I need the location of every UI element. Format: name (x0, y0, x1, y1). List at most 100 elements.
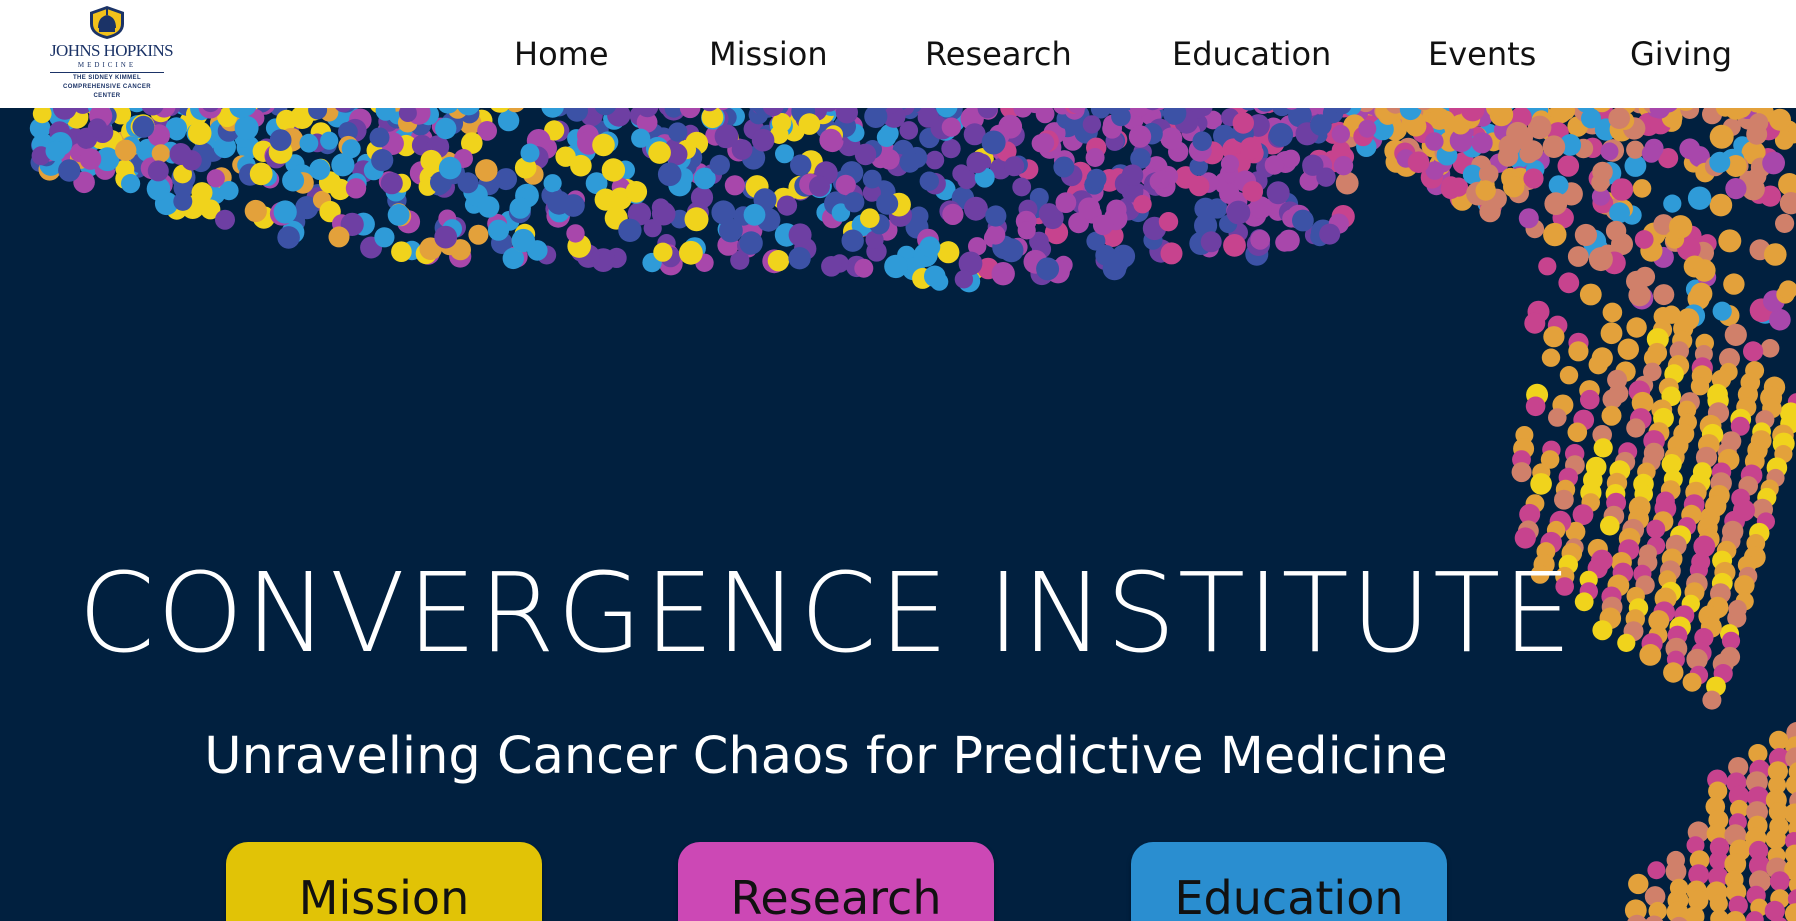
decorative-dot (341, 139, 361, 159)
decorative-dot (1760, 339, 1780, 358)
nav-link-giving[interactable]: Giving (1630, 30, 1732, 78)
decorative-dot (273, 200, 297, 224)
decorative-dot (1436, 110, 1455, 130)
education-button[interactable]: Education (1131, 842, 1447, 921)
decorative-dot (1543, 326, 1565, 348)
mission-button[interactable]: Mission (226, 842, 542, 921)
decorative-dot (1121, 164, 1144, 186)
decorative-dot (751, 128, 775, 152)
decorative-dot (1600, 322, 1623, 345)
decorative-dot (1679, 138, 1701, 160)
decorative-dot (1709, 193, 1733, 217)
logo-center-line-2: COMPREHENSIVE CANCER (62, 84, 151, 90)
decorative-dot (1610, 178, 1634, 201)
decorative-dot (835, 174, 856, 195)
decorative-dot (767, 250, 790, 272)
decorative-dot (244, 199, 267, 223)
decorative-dot (1232, 112, 1255, 134)
decorative-dot (1646, 519, 1666, 539)
nav-link-home[interactable]: Home (514, 30, 609, 78)
hero-banner: CONVERGENCE INSTITUTE Unraveling Cancer … (0, 108, 1796, 921)
decorative-dot (1626, 418, 1646, 438)
decorative-dot (1663, 194, 1682, 213)
decorative-dot (1541, 348, 1561, 367)
decorative-dot (1762, 151, 1785, 175)
nav-link-events[interactable]: Events (1428, 30, 1536, 78)
decorative-dot (1133, 195, 1152, 214)
decorative-dot (798, 113, 821, 135)
decorative-dot (854, 258, 874, 278)
decorative-dot (1628, 873, 1649, 895)
decorative-dot (1152, 170, 1171, 189)
nav-link-research[interactable]: Research (925, 30, 1072, 78)
decorative-dot (643, 219, 662, 238)
decorative-dot (1358, 119, 1377, 138)
decorative-dot (899, 151, 921, 173)
johns-hopkins-logo[interactable]: JOHNS HOPKINS MEDICINE THE SIDNEY KIMMEL… (50, 4, 174, 104)
decorative-dot (684, 207, 709, 232)
decorative-dot (653, 242, 673, 262)
decorative-dot (821, 256, 842, 277)
decorative-dot (1779, 192, 1796, 215)
decorative-dot (187, 121, 212, 145)
decorative-dot (1702, 690, 1722, 710)
decorative-dot (963, 196, 988, 221)
decorative-dot (919, 236, 941, 258)
decorative-dot (876, 127, 897, 147)
decorative-dot (1718, 229, 1742, 253)
decorative-dot (438, 156, 462, 180)
nav-link-mission[interactable]: Mission (709, 30, 828, 78)
decorative-dot (1530, 473, 1552, 495)
decorative-dot (520, 143, 540, 163)
hero-tagline: Unraveling Cancer Chaos for Predictive M… (204, 727, 1448, 786)
decorative-dot (299, 133, 319, 153)
decorative-dot (1542, 135, 1566, 158)
decorative-dot (328, 226, 350, 248)
decorative-dot (1634, 230, 1654, 249)
decorative-dot (625, 181, 648, 203)
decorative-dot (147, 160, 169, 182)
decorative-dot (854, 143, 877, 166)
decorative-dot (1524, 312, 1546, 334)
decorative-dot (809, 175, 830, 197)
decorative-dot (1709, 124, 1734, 149)
decorative-dot (631, 128, 651, 148)
decorative-dot (1266, 181, 1290, 205)
decorative-dot (1310, 114, 1332, 136)
research-button[interactable]: Research (678, 842, 994, 921)
decorative-dot (151, 144, 170, 163)
decorative-dot (601, 158, 626, 182)
decorative-dot (566, 224, 585, 243)
decorative-dot (1588, 355, 1609, 375)
decorative-dot (434, 225, 458, 249)
decorative-dot (132, 115, 155, 138)
decorative-dot (1785, 774, 1796, 795)
decorative-dot (1250, 229, 1271, 250)
decorative-dot (1567, 422, 1588, 443)
decorative-dot (1331, 124, 1351, 144)
decorative-dot (320, 131, 339, 150)
decorative-dot (1591, 173, 1610, 192)
decorative-dot (1275, 233, 1294, 252)
decorative-dot (1665, 861, 1687, 882)
nav-link-education[interactable]: Education (1172, 30, 1331, 78)
decorative-dot (387, 204, 410, 226)
decorative-dot (487, 219, 510, 241)
decorative-dot (724, 175, 746, 196)
decorative-dot (1723, 273, 1745, 295)
decorative-dot (234, 115, 259, 140)
decorative-dot (1543, 222, 1567, 247)
decorative-dot (1188, 175, 1210, 197)
decorative-dot (1302, 154, 1324, 176)
decorative-dot (1335, 171, 1359, 195)
decorative-dot (668, 122, 688, 142)
decorative-dot (1693, 259, 1716, 282)
decorative-dot (1632, 179, 1652, 198)
decorative-dot (497, 109, 520, 132)
decorative-dot (173, 191, 193, 211)
decorative-dot (1475, 180, 1496, 201)
decorative-dot (345, 178, 367, 199)
decorative-dot (1053, 156, 1075, 178)
decorative-dot (679, 240, 703, 265)
decorative-dot (899, 121, 919, 140)
